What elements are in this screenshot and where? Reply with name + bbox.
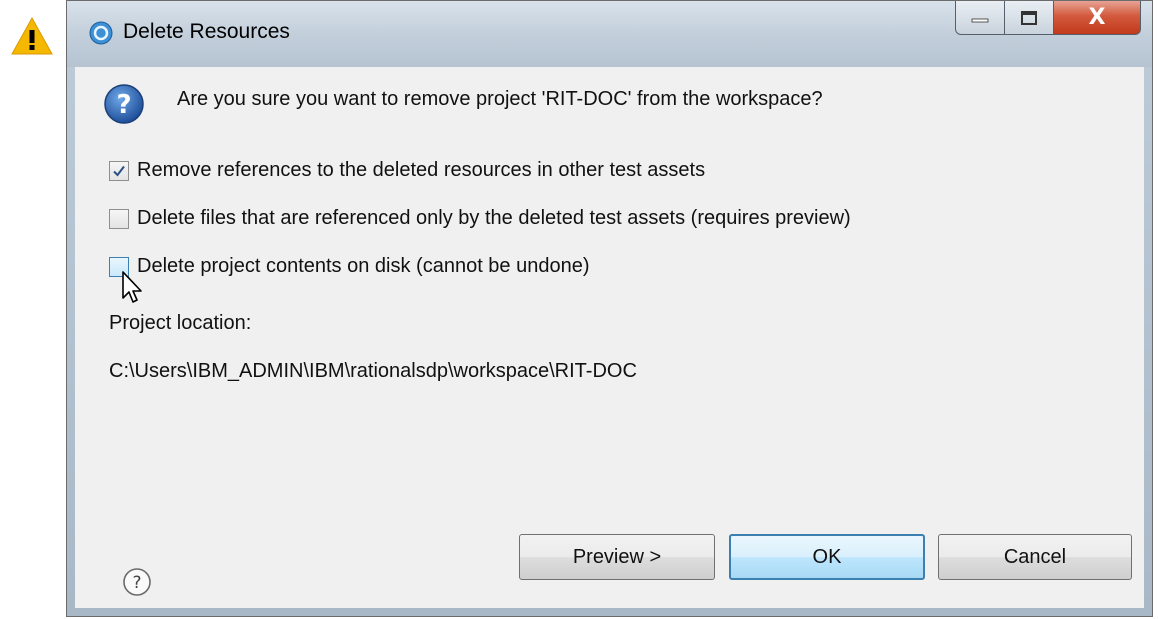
dialog-body: ? Are you sure you want to remove projec… [75, 67, 1144, 608]
minimize-icon [971, 18, 989, 22]
confirm-message: Are you sure you want to remove project … [177, 88, 823, 110]
delete-referenced-files-label: Delete files that are referenced only by… [137, 207, 851, 229]
ok-button[interactable]: OK [729, 534, 925, 580]
svg-text:?: ? [116, 90, 131, 120]
project-location-path: C:\Users\IBM_ADMIN\IBM\rationalsdp\works… [109, 360, 637, 382]
help-icon[interactable]: ? [121, 566, 153, 598]
window-title: Delete Resources [123, 20, 290, 43]
option-delete-referenced-files[interactable]: Delete files that are referenced only by… [109, 207, 851, 230]
title-bar[interactable]: Delete Resources X [67, 1, 1152, 67]
app-icon [89, 21, 113, 45]
option-delete-contents-on-disk[interactable]: Delete project contents on disk (cannot … [109, 255, 590, 278]
svg-text:?: ? [132, 573, 141, 593]
remove-references-label: Remove references to the deleted resourc… [137, 159, 706, 181]
maximize-button[interactable] [1004, 1, 1054, 35]
cancel-button[interactable]: Cancel [938, 534, 1132, 580]
close-button[interactable]: X [1053, 1, 1141, 35]
delete-referenced-files-checkbox[interactable] [109, 208, 129, 229]
delete-contents-label: Delete project contents on disk (cannot … [137, 255, 590, 277]
maximize-icon [1021, 10, 1037, 25]
close-icon: X [1088, 5, 1106, 30]
checkmark-icon [113, 165, 125, 177]
cursor-icon [122, 271, 142, 303]
question-icon: ? [104, 84, 144, 124]
preview-button[interactable]: Preview > [519, 534, 715, 580]
delete-resources-dialog: Delete Resources X ? Are you sure you wa… [66, 0, 1153, 617]
option-remove-references[interactable]: Remove references to the deleted resourc… [109, 159, 705, 182]
minimize-button[interactable] [955, 1, 1005, 35]
project-location-label: Project location: [109, 312, 252, 334]
remove-references-checkbox[interactable] [109, 160, 129, 181]
warning-icon [11, 16, 53, 55]
